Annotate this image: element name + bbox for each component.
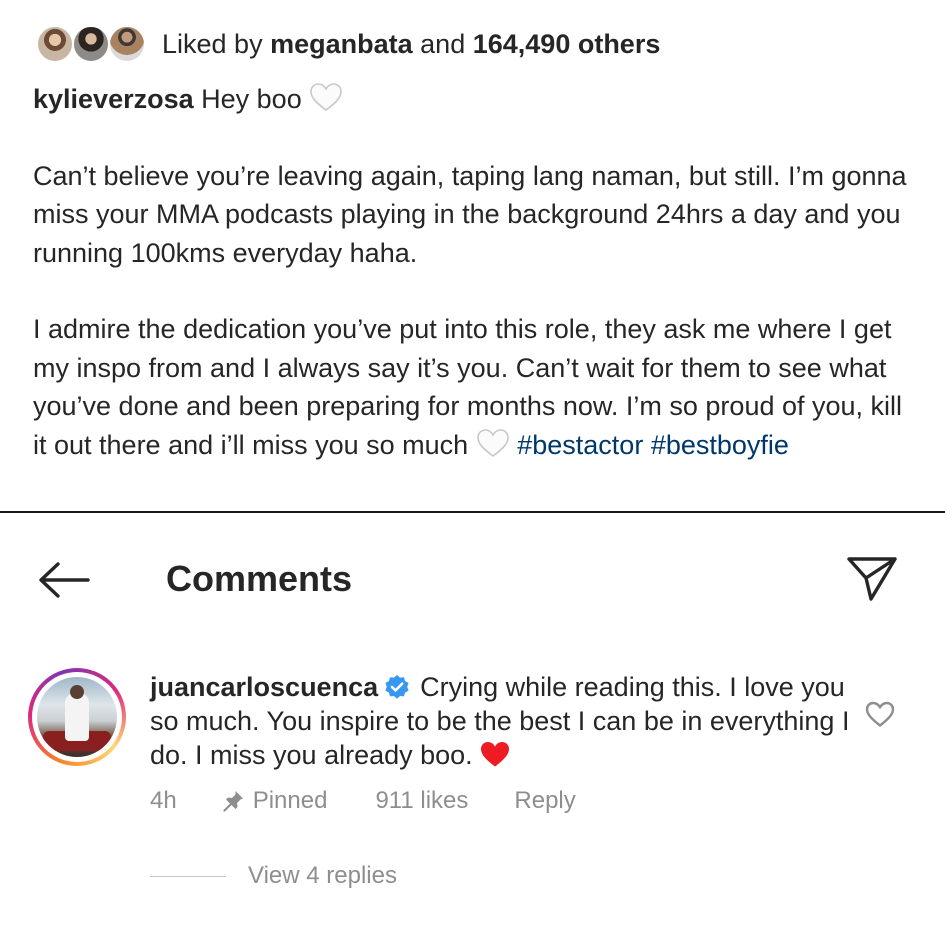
view-replies-button[interactable]: View 4 replies (150, 858, 397, 894)
comments-header: Comments (0, 540, 945, 620)
post-caption: kylieverzosa Hey boo Can’t believe you’r… (33, 80, 923, 464)
hashtag-bestboyfie[interactable]: #bestboyfie (651, 430, 789, 460)
red-heart-icon (480, 742, 509, 767)
liker-avatar (108, 25, 146, 63)
avatar-photo (37, 677, 117, 757)
replies-divider-line (150, 875, 226, 877)
post-caption-panel: Liked by meganbata and 164,490 others ky… (0, 0, 945, 512)
panel-divider (0, 511, 945, 513)
comment-likes[interactable]: 911 likes (375, 787, 468, 815)
avatar[interactable] (28, 668, 126, 766)
liked-by-others[interactable]: 164,490 others (473, 29, 661, 59)
caption-greeting: Hey boo (201, 84, 302, 114)
share-button[interactable] (846, 554, 898, 602)
comment-item: juancarloscuenca Crying while reading th… (0, 660, 945, 860)
comment-username[interactable]: juancarloscuenca (150, 672, 378, 702)
liked-by-user[interactable]: meganbata (270, 29, 413, 59)
white-heart-icon (310, 83, 343, 111)
comment-like-button[interactable] (864, 700, 896, 728)
comment-time: 4h (150, 787, 177, 814)
verified-badge-icon (385, 675, 409, 699)
paper-plane-icon (847, 557, 897, 601)
liked-by-text[interactable]: Liked by meganbata and 164,490 others (162, 29, 660, 60)
liked-by-prefix: Liked by (162, 28, 263, 59)
pinned-text: Pinned (252, 787, 328, 814)
liker-avatars (36, 24, 148, 64)
comment-meta: 4h Pinned 911 likes Reply (150, 784, 576, 818)
page-title: Comments (166, 558, 353, 599)
liked-by-and: and (420, 28, 466, 59)
hashtag-bestactor[interactable]: #bestactor (517, 430, 643, 460)
liker-avatar (36, 25, 74, 63)
liked-by-row[interactable]: Liked by meganbata and 164,490 others (36, 22, 660, 66)
pin-icon (223, 791, 243, 812)
view-replies-text: View 4 replies (248, 862, 397, 889)
reply-button[interactable]: Reply (514, 787, 575, 815)
liker-avatar (72, 25, 110, 63)
caption-paragraph-1: Can’t believe you’re leaving again, tapi… (33, 160, 907, 268)
white-heart-icon (476, 428, 509, 457)
caption-paragraph-2-wrap: I admire the dedication you’ve put into … (33, 310, 923, 464)
arrow-left-icon (39, 562, 90, 598)
caption-first-line: kylieverzosa Hey boo (33, 80, 923, 118)
pinned-label: Pinned (221, 787, 328, 815)
heart-outline-icon (865, 701, 895, 727)
back-button[interactable] (36, 560, 92, 600)
comment-body: juancarloscuenca Crying while reading th… (150, 670, 850, 772)
caption-username[interactable]: kylieverzosa (33, 84, 194, 114)
